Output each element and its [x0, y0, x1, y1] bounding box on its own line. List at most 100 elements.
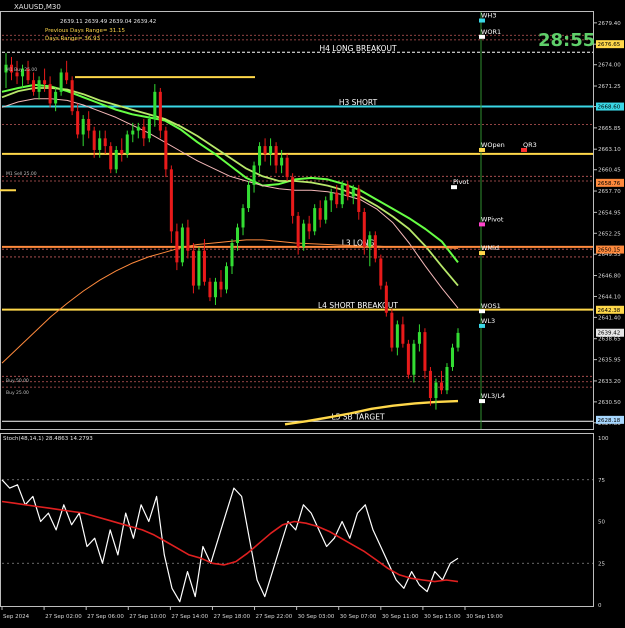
price-tag-label: 2650.15: [598, 248, 621, 254]
time-tick-label: 30 Sep 07:00: [340, 614, 377, 620]
candle-body: [247, 184, 251, 209]
weekly-level-label: WOR1: [481, 28, 501, 36]
candle-body: [241, 208, 245, 228]
time-tick-label: 30 Sep 15:00: [424, 614, 461, 620]
candle-body: [362, 211, 366, 247]
candle-body: [81, 118, 85, 135]
candle-body: [417, 332, 421, 344]
candle-body: [340, 184, 344, 205]
candle-body: [263, 146, 267, 154]
chart-symbol-label: XAUUSD,M30: [14, 3, 61, 11]
candle-body: [43, 80, 47, 85]
candle-body: [252, 165, 256, 185]
weekly-level-label: WH3: [481, 12, 496, 20]
candle-body: [213, 281, 217, 298]
weekly-level-label: WMid: [481, 244, 499, 252]
candle-body: [219, 281, 223, 290]
time-tick-label: 27 Sep 14:00: [171, 614, 208, 620]
countdown-timer: 28:55: [538, 30, 595, 51]
candle-body: [37, 80, 41, 92]
chart-ohlc-readout: 2639.11 2639.49 2639.04 2639.42: [60, 19, 156, 25]
time-tick-label: Sep 2024: [3, 614, 30, 620]
candle-body: [456, 332, 460, 348]
price-tag-label: 2639.42: [598, 331, 621, 337]
candle-body: [202, 250, 206, 282]
price-tag-label: 2658.76: [598, 181, 621, 187]
overlay-m1-sell: M1 Sell 25.00: [6, 171, 37, 177]
candle-body: [197, 250, 201, 286]
overlay-buy-50: Buy 50.00: [6, 378, 29, 384]
price-chart[interactable]: H4 LONG BREAKOUTH3 SHORTL3 LONGL4 SHORT …: [0, 0, 625, 624]
candle-body: [379, 258, 383, 286]
candle-body: [136, 126, 140, 131]
candle-body: [439, 382, 443, 391]
candle-body: [274, 146, 278, 166]
level-label: H4 LONG BREAKOUT: [319, 44, 397, 53]
candle-body: [54, 91, 58, 104]
price-tick-label: 2646.80: [598, 274, 621, 280]
candle-body: [285, 157, 289, 178]
candle-body: [373, 235, 377, 259]
candle-body: [65, 72, 69, 81]
candle-body: [92, 130, 96, 150]
candle-body: [114, 149, 118, 170]
candle-body: [346, 184, 350, 197]
candle-body: [98, 138, 102, 150]
candle-body: [384, 285, 388, 313]
price-tick-label: 2660.45: [598, 168, 621, 174]
oscillator-tick-label: 0: [598, 603, 602, 609]
time-tick-label: 30 Sep 03:00: [298, 614, 335, 620]
candle-body: [313, 208, 317, 232]
candle-body: [48, 84, 52, 104]
candle-body: [335, 192, 339, 205]
time-tick-label: 27 Sep 18:00: [213, 614, 250, 620]
price-tick-label: 2641.40: [598, 315, 621, 321]
candle-body: [406, 343, 410, 375]
price-tick-label: 2674.00: [598, 63, 621, 69]
candle-body: [434, 382, 438, 398]
candle-body: [180, 227, 184, 263]
overlay-days-range: Days Range= 36.93: [45, 36, 101, 42]
weekly-level-label: WOS1: [481, 302, 501, 310]
oscillator-tick-label: 100: [598, 436, 609, 442]
candle-body: [70, 80, 74, 112]
oscillator-tick-label: 75: [598, 478, 605, 484]
candle-body: [445, 366, 449, 391]
price-tick-label: 2665.85: [598, 126, 621, 132]
weekly-level-label: WL3/L4: [481, 392, 505, 400]
oscillator-tick-label: 50: [598, 520, 605, 526]
candle-body: [59, 72, 63, 92]
chart-window: H4 LONG BREAKOUT H3 SHORT L3 LONG L4 SHORT …: [0, 0, 625, 624]
candle-body: [401, 324, 405, 344]
time-tick-label: 27 Sep 06:00: [87, 614, 124, 620]
candle-body: [87, 118, 91, 131]
price-tick-label: 2633.20: [598, 379, 621, 385]
candle-body: [15, 72, 19, 77]
price-tick-label: 2654.95: [598, 210, 621, 216]
candle-body: [280, 157, 284, 166]
overlay-m1-buy: M1 Buy 25.00: [6, 67, 37, 73]
oscillator-label: Stoch(48,14,1) 28.4863 14.2793: [3, 436, 93, 442]
price-tick-label: 2679.40: [598, 21, 621, 27]
candle-body: [395, 324, 399, 348]
time-tick-label: 27 Sep 10:00: [129, 614, 166, 620]
price-tick-label: 2657.70: [598, 189, 621, 195]
candle-body: [153, 91, 157, 119]
candle-body: [208, 281, 212, 298]
level-label: H3 SHORT: [339, 98, 378, 107]
candle-body: [307, 223, 311, 232]
overlay-previous-range: Previous Days Range= 31.15: [45, 28, 126, 34]
weekly-level-label: WOpen: [481, 141, 505, 149]
candle-body: [390, 312, 394, 348]
candle-body: [186, 227, 190, 251]
candle-body: [450, 347, 455, 367]
candle-body: [147, 118, 151, 139]
weekly-level-label: WPivot: [481, 215, 504, 223]
candle-body: [191, 250, 195, 286]
candle-body: [423, 332, 427, 371]
candle-body: [357, 188, 361, 212]
candle-body: [302, 223, 306, 247]
candle-body: [428, 370, 432, 398]
price-tag-label: 2676.65: [598, 42, 621, 48]
level-label: L5 SB TARGET: [331, 413, 385, 422]
